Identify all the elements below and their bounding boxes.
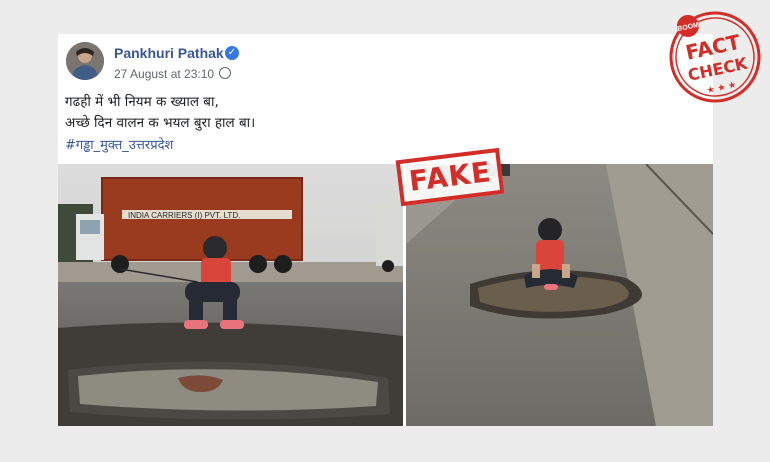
photo-road-pothole[interactable] (406, 164, 713, 426)
post-text-line-2: अच्छे दिन वालन क भयल बुरा हाल बा। (65, 115, 256, 131)
badge-stars: ★ ★ ★ (706, 80, 737, 96)
post-text: गढही में भी नियम क ख्याल बा, अच्छे दिन व… (65, 92, 255, 134)
truck-lettering: INDIA CARRIERS (I) PVT. LTD. (128, 211, 240, 220)
hashtag-link[interactable]: #गड्ढा_मुक्त_उत्तरप्रदेश (65, 135, 173, 153)
photo-roadside-pothole[interactable]: INDIA CARRIERS (I) PVT. LTD. (58, 164, 403, 426)
facebook-post-card: Pankhuri Pathak ✓ 27 August at 23:10 गढह… (58, 34, 713, 426)
boom-fact-check-badge: BOOM FACT CHECK ★ ★ ★ (664, 6, 766, 108)
verified-check-icon: ✓ (225, 46, 239, 60)
post-text-line-1: गढही में भी नियम क ख्याल बा, (65, 94, 219, 110)
post-timestamp[interactable]: 27 August at 23:10 (114, 67, 214, 81)
author-name[interactable]: Pankhuri Pathak (114, 45, 224, 61)
avatar[interactable] (66, 42, 104, 80)
globe-icon (219, 67, 232, 79)
post-meta: 27 August at 23:10 (114, 67, 232, 81)
